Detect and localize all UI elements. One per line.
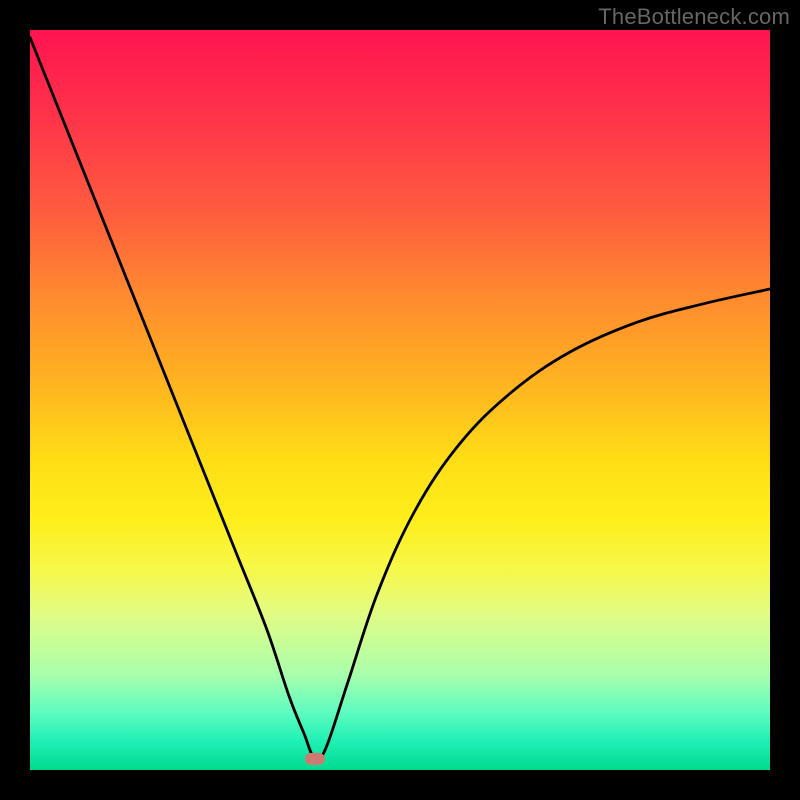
- chart-frame: TheBottleneck.com: [0, 0, 800, 800]
- bottleneck-curve: [30, 37, 770, 760]
- minimum-marker: [305, 753, 325, 765]
- plot-area: [30, 30, 770, 770]
- watermark-text: TheBottleneck.com: [598, 4, 790, 30]
- chart-svg: [30, 30, 770, 770]
